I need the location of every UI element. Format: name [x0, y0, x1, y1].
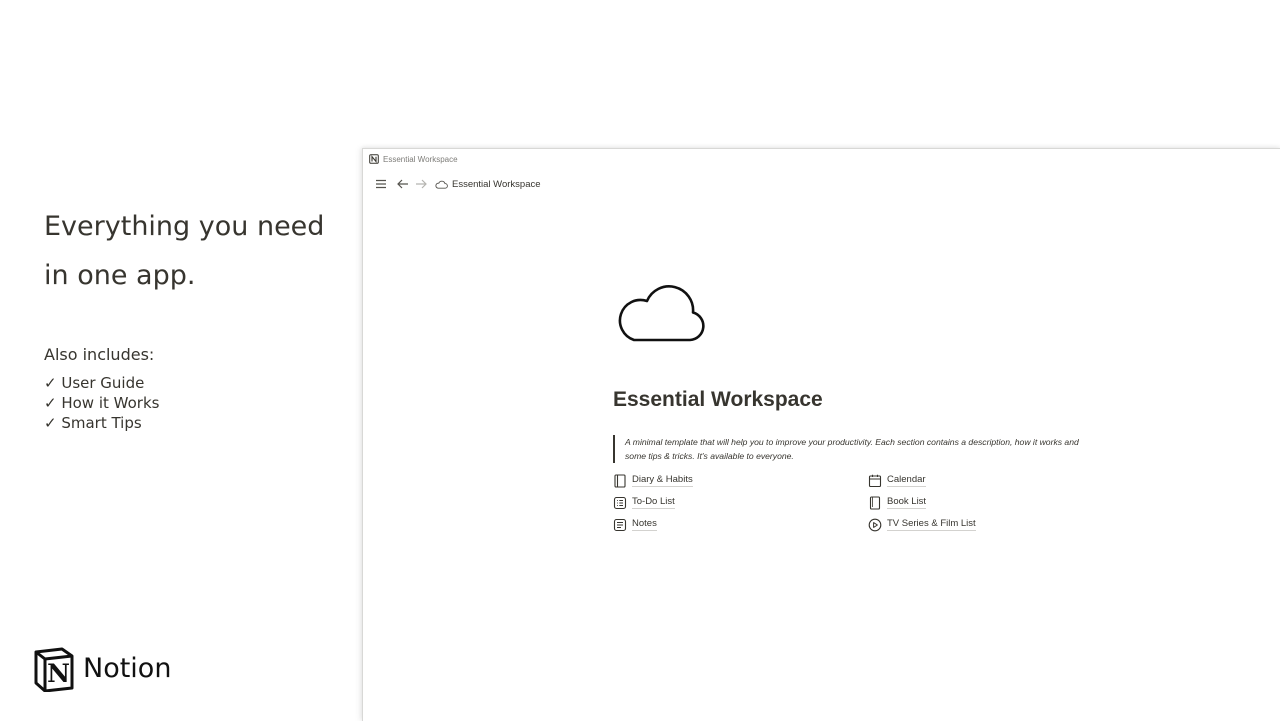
page-content: Essential Workspace A minimal template t…	[613, 279, 1083, 532]
link-tv-series-film-list[interactable]: TV Series & Film List	[868, 517, 1088, 532]
page-title: Essential Workspace	[613, 388, 823, 411]
window-titlebar: Essential Workspace	[363, 149, 1280, 169]
notion-logo-icon: N	[34, 647, 74, 692]
page-links: Diary & Habits Calendar To-Do List Book …	[613, 473, 1083, 532]
notebook-icon	[614, 473, 626, 488]
breadcrumb-label: Essential Workspace	[452, 178, 541, 190]
description-quote: A minimal template that will help you to…	[613, 435, 1090, 463]
headline-line-2: in one app.	[44, 260, 196, 291]
link-label: Book List	[887, 496, 927, 509]
hamburger-icon[interactable]	[373, 176, 389, 192]
link-label: To-Do List	[632, 496, 675, 509]
includes-item: ✓ Smart Tips	[44, 414, 142, 432]
link-label: TV Series & Film List	[887, 518, 976, 531]
link-diary-habits[interactable]: Diary & Habits	[613, 473, 868, 488]
window-title: Essential Workspace	[383, 154, 458, 164]
calendar-icon	[868, 474, 882, 487]
promo-headline: Everything you need in one app.	[44, 202, 344, 300]
topbar: Essential Workspace	[363, 169, 1280, 199]
headline-line-1: Everything you need	[44, 211, 325, 242]
checklist-icon	[613, 496, 627, 509]
link-calendar[interactable]: Calendar	[868, 473, 1088, 488]
includes-list: ✓ User Guide ✓ How it Works ✓ Smart Tips	[44, 373, 159, 433]
note-icon	[613, 518, 627, 531]
link-notes[interactable]: Notes	[613, 517, 868, 532]
book-icon	[869, 495, 881, 510]
includes-title: Also includes:	[44, 345, 155, 364]
breadcrumb[interactable]: Essential Workspace	[435, 179, 541, 190]
app-window: Essential Workspace Essential Workspace	[362, 148, 1280, 721]
notion-brand: N Notion	[32, 646, 171, 692]
includes-item: ✓ User Guide	[44, 374, 145, 392]
link-book-list[interactable]: Book List	[868, 495, 1088, 510]
arrow-left-icon[interactable]	[395, 176, 411, 192]
includes-item: ✓ How it Works	[44, 394, 160, 412]
link-label: Calendar	[887, 474, 926, 487]
svg-text:N: N	[47, 659, 70, 688]
notion-icon	[369, 154, 379, 164]
link-label: Notes	[632, 518, 657, 531]
link-todo-list[interactable]: To-Do List	[613, 495, 868, 510]
cloud-icon	[435, 180, 448, 189]
arrow-right-icon[interactable]	[413, 176, 429, 192]
brand-name: Notion	[83, 653, 172, 684]
link-label: Diary & Habits	[632, 474, 693, 487]
includes-section: Also includes: ✓ User Guide ✓ How it Wor…	[44, 344, 159, 433]
cloud-icon[interactable]	[617, 279, 709, 343]
play-circle-icon	[868, 518, 882, 531]
